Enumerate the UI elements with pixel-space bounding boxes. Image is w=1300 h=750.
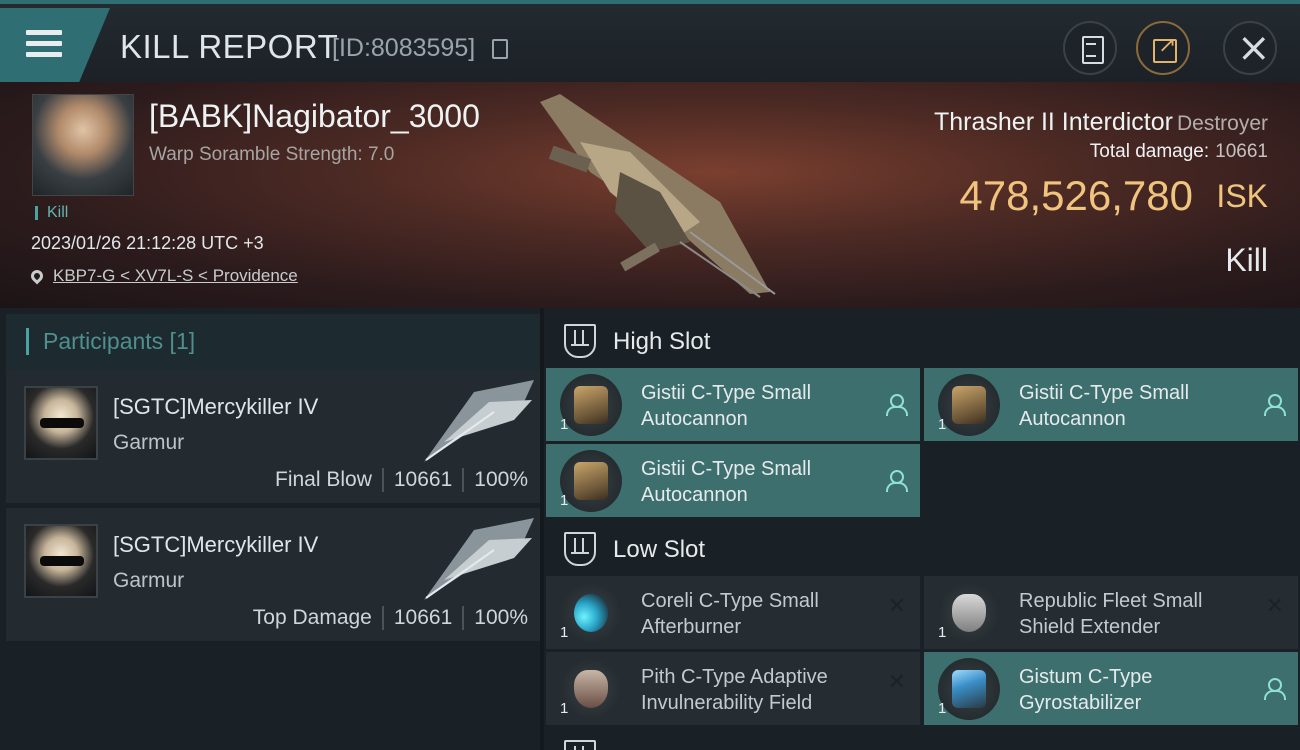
module-item[interactable]: 1 Gistii C-Type Small Autocannon	[924, 368, 1298, 441]
participant-card[interactable]: [SGTC]Mercykiller IV Garmur Top Damage 1…	[6, 508, 540, 641]
participant-stats: Top Damage 10661 100%	[253, 606, 528, 630]
module-item[interactable]: 1 Pith C-Type Adaptive Invulnerability Fi…	[546, 652, 920, 725]
module-name: Gistum C-Type Gyrostabilizer	[1019, 666, 1153, 714]
low-slot-icon	[564, 532, 596, 566]
map-pin-icon	[28, 267, 46, 285]
module-item[interactable]: 1 Gistii C-Type Small Autocannon	[546, 444, 920, 517]
autocannon-icon	[560, 374, 622, 436]
user-icon	[886, 470, 908, 492]
page-title: KILL REPORT	[120, 28, 339, 65]
mid-slot-icon	[564, 740, 596, 750]
participant-ship-image	[424, 518, 534, 600]
autocannon-icon	[938, 374, 1000, 436]
participant-ship: Garmur	[113, 569, 185, 592]
autocannon-icon	[560, 450, 622, 512]
participant-damage: 10661	[393, 606, 453, 629]
close-icon: ×	[1237, 25, 1271, 71]
module-name: Coreli C-Type Small Afterburner	[641, 590, 819, 638]
shield-extender-icon	[938, 582, 1000, 644]
module-item[interactable]: 1 Gistii C-Type Small Autocannon	[546, 368, 920, 441]
user-icon	[886, 394, 908, 416]
participant-percent: 100%	[474, 468, 528, 491]
avatar[interactable]	[24, 524, 98, 598]
report-id: [ID:8083595]	[332, 34, 476, 62]
participant-stats: Final Blow 10661 100%	[275, 468, 528, 492]
participant-name: [SGTC]Mercykiller IV	[113, 394, 319, 419]
x-icon: ✕	[1265, 594, 1284, 619]
participant-card[interactable]: [SGTC]Mercykiller IV Garmur Final Blow 1…	[6, 370, 540, 503]
module-name: Republic Fleet Small Shield Extender	[1019, 590, 1203, 638]
kill-tag: Kill	[35, 205, 68, 221]
location-link[interactable]: KBP7-G < XV7L-S < Providence	[28, 266, 298, 286]
close-button[interactable]: ×	[1223, 21, 1277, 75]
participant-ship: Garmur	[113, 431, 185, 454]
module-item[interactable]: 1 Gistum C-Type Gyrostabilizer	[924, 652, 1298, 725]
result-label: Kill	[1225, 242, 1268, 278]
high-slot-header: High Slot	[544, 310, 1300, 370]
victim-portrait[interactable]	[32, 94, 134, 196]
module-name: Gistii C-Type Small Autocannon	[641, 458, 812, 506]
invulnerability-field-icon	[560, 658, 622, 720]
user-icon	[1264, 678, 1286, 700]
hamburger-icon[interactable]	[26, 30, 62, 60]
module-name: Pith C-Type Adaptive Invulnerability Fiel…	[641, 666, 828, 714]
mid-slot-header	[544, 726, 1300, 750]
menu-button[interactable]	[0, 8, 110, 82]
low-slot-header: Low Slot	[544, 518, 1300, 578]
module-quantity: 1	[560, 416, 569, 433]
kill-timestamp: 2023/01/26 21:12:28 UTC +3	[31, 233, 264, 253]
module-quantity: 1	[560, 700, 569, 717]
module-name: Gistii C-Type Small Autocannon	[641, 382, 812, 430]
participants-title: Participants [1]	[26, 328, 195, 355]
clipboard-button[interactable]	[1063, 21, 1117, 75]
fitting-panel: High Slot 1 Gistii C-Type Small Autocanno…	[544, 308, 1300, 750]
participants-panel: Participants [1] [SGTC]Mercykiller IV Ga…	[0, 308, 540, 750]
isk-unit: ISK	[1216, 178, 1268, 214]
total-damage: Total damage: 10661	[1089, 141, 1268, 162]
module-quantity: 1	[938, 624, 947, 641]
participant-ship-image	[424, 380, 534, 462]
participant-name: [SGTC]Mercykiller IV	[113, 532, 319, 557]
participants-header: Participants [1]	[6, 314, 540, 370]
participant-percent: 100%	[474, 606, 528, 629]
x-icon: ✕	[887, 594, 906, 619]
participant-role: Final Blow	[275, 468, 372, 491]
copy-icon[interactable]	[492, 39, 508, 59]
location-text[interactable]: KBP7-G < XV7L-S < Providence	[53, 266, 298, 286]
module-item[interactable]: 1 Republic Fleet Small Shield Extender ✕	[924, 576, 1298, 649]
user-icon	[1264, 394, 1286, 416]
x-icon: ✕	[887, 670, 906, 695]
afterburner-icon	[560, 582, 622, 644]
ship-class: Destroyer	[1176, 112, 1268, 135]
warp-scramble-strength: Warp Soramble Strength: 7.0	[149, 144, 395, 165]
ship-name[interactable]: Thrasher II Interdictor Destroyer	[934, 108, 1268, 137]
kill-banner: [BABK]Nagibator_3000 Warp Soramble Stren…	[0, 82, 1300, 308]
module-name: Gistii C-Type Small Autocannon	[1019, 382, 1190, 430]
module-quantity: 1	[938, 700, 947, 717]
module-quantity: 1	[938, 416, 947, 433]
top-bar: KILL REPORT [ID:8083595] ×	[0, 0, 1300, 82]
gyrostabilizer-icon	[938, 658, 1000, 720]
module-quantity: 1	[560, 624, 569, 641]
isk-value: 478,526,780	[959, 172, 1193, 219]
module-item[interactable]: 1 Coreli C-Type Small Afterburner ✕	[546, 576, 920, 649]
avatar[interactable]	[24, 386, 98, 460]
participant-damage: 10661	[393, 468, 453, 491]
high-slot-title: High Slot	[613, 328, 711, 355]
share-button[interactable]	[1136, 21, 1190, 75]
module-quantity: 1	[560, 492, 569, 509]
victim-name[interactable]: [BABK]Nagibator_3000	[149, 98, 480, 135]
victim-ship-image	[540, 94, 776, 298]
participant-role: Top Damage	[252, 606, 372, 629]
low-slot-title: Low Slot	[613, 536, 706, 563]
high-slot-icon	[564, 324, 596, 358]
